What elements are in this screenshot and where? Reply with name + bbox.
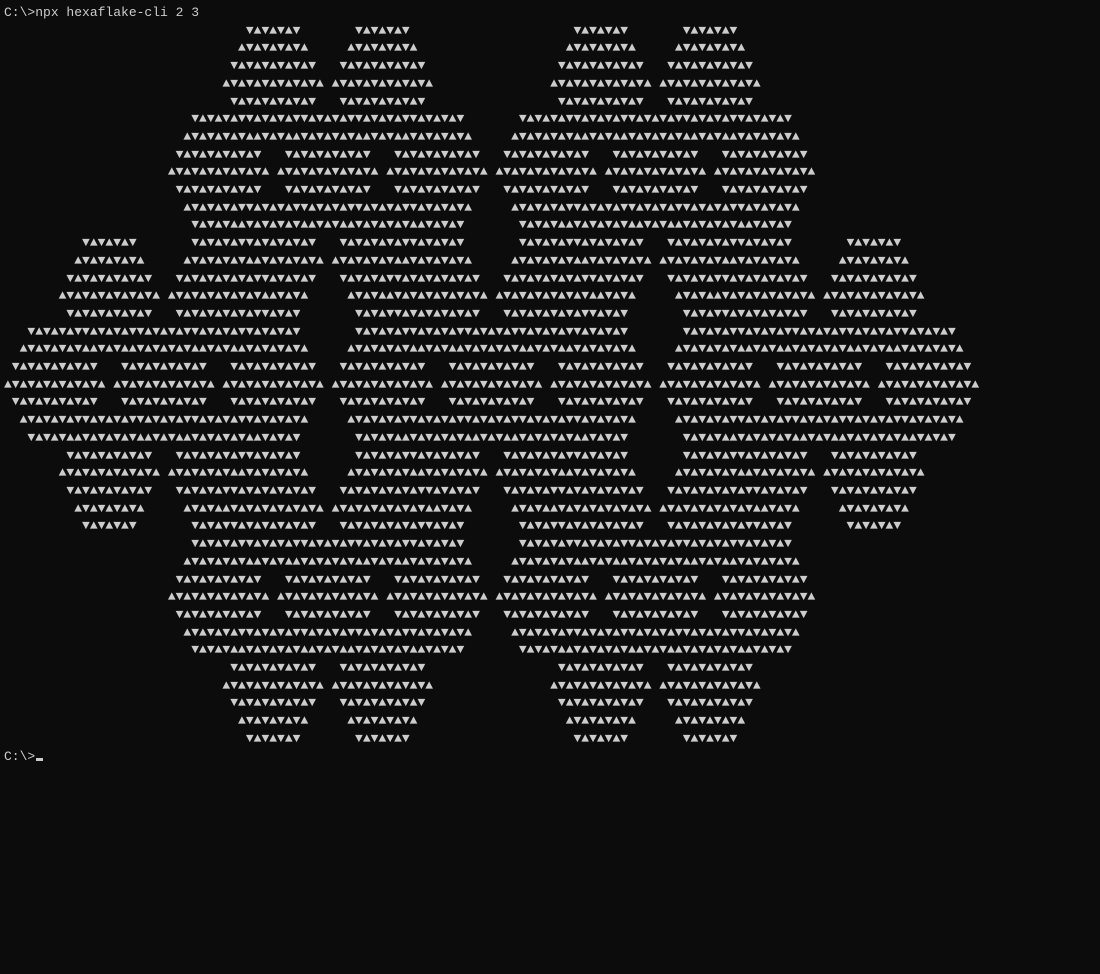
prompt: C:\>	[4, 749, 35, 764]
terminal-output[interactable]: C:\>npx hexaflake-cli 2 3 ▼▲▼▲▼▲▼ ▼▲▼▲▼▲…	[0, 0, 1100, 769]
command-text: npx hexaflake-cli 2 3	[35, 5, 199, 20]
prompt: C:\>	[4, 5, 35, 20]
hexaflake-ascii-art: ▼▲▼▲▼▲▼ ▼▲▼▲▼▲▼ ▼▲▼▲▼▲▼ ▼▲▼▲▼▲▼ ▲▼▲▼▲▼▲▼…	[4, 23, 979, 746]
cursor-icon	[36, 758, 43, 761]
